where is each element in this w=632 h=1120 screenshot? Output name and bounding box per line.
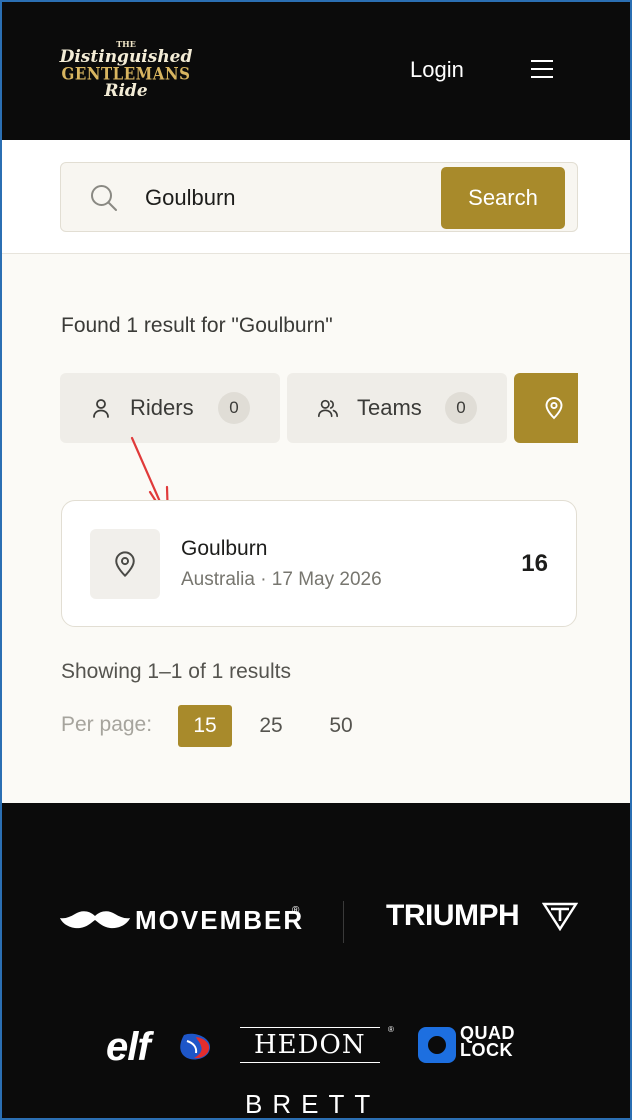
search-input[interactable] bbox=[145, 183, 425, 213]
elf-logo[interactable]: elf bbox=[106, 1025, 151, 1070]
map-pin-icon bbox=[115, 551, 135, 578]
result-count: 16 bbox=[521, 550, 548, 577]
tab-locations[interactable] bbox=[514, 373, 578, 443]
tab-teams-count: 0 bbox=[445, 392, 477, 424]
result-subtitle: Australia · 17 May 2026 bbox=[181, 569, 382, 590]
site-header: THE Distinguished GENTLEMANS Ride Login bbox=[0, 0, 632, 140]
per-page-option-15[interactable]: 15 bbox=[178, 705, 232, 747]
quad-lock-logo[interactable]: QUAD LOCK bbox=[460, 1024, 515, 1060]
search-icon bbox=[91, 185, 117, 211]
search-bar: Search bbox=[60, 162, 578, 232]
search-section: Search bbox=[0, 140, 632, 254]
hamburger-icon[interactable] bbox=[531, 60, 553, 80]
hedon-registered: ® bbox=[388, 1025, 394, 1034]
brett-logo[interactable]: BRETT bbox=[245, 1089, 380, 1120]
logo-gentlemans: GENTLEMANS bbox=[61, 64, 191, 84]
results-summary: Found 1 result for "Goulburn" bbox=[61, 314, 333, 337]
quad-lock-line2: LOCK bbox=[460, 1040, 513, 1060]
users-icon bbox=[318, 399, 338, 418]
map-pin-icon bbox=[545, 397, 563, 420]
tab-riders-count: 0 bbox=[218, 392, 250, 424]
hedon-logo[interactable]: HEDON bbox=[240, 1027, 380, 1063]
movember-text: MOVEMBER bbox=[135, 905, 305, 935]
site-footer: MOVEMBER ® TRIUMPH elf HEDON ® QUAD LOCK… bbox=[0, 803, 632, 1120]
per-page-option-50[interactable]: 50 bbox=[318, 705, 364, 747]
footer-divider bbox=[343, 901, 344, 943]
per-page-option-25[interactable]: 25 bbox=[248, 705, 294, 747]
tab-riders-label: Riders bbox=[130, 395, 194, 420]
movember-logo[interactable]: MOVEMBER ® bbox=[60, 899, 310, 943]
elf-drop-icon bbox=[180, 1033, 210, 1060]
movember-registered: ® bbox=[292, 905, 300, 916]
triumph-logo[interactable]: TRIUMPH bbox=[386, 899, 520, 933]
logo-ride: Ride bbox=[104, 81, 148, 101]
user-icon bbox=[93, 399, 109, 418]
tab-teams[interactable]: Teams 0 bbox=[287, 373, 507, 443]
showing-text: Showing 1–1 of 1 results bbox=[61, 660, 291, 683]
moustache-icon bbox=[60, 911, 130, 929]
per-page-label: Per page: bbox=[61, 713, 153, 736]
triumph-shield-icon bbox=[542, 902, 578, 931]
quad-lock-icon bbox=[418, 1027, 456, 1063]
result-card[interactable]: Goulburn Australia · 17 May 2026 16 bbox=[61, 500, 577, 627]
site-logo[interactable]: THE Distinguished GENTLEMANS Ride bbox=[58, 40, 194, 102]
result-title: Goulburn bbox=[181, 537, 268, 560]
result-icon-box bbox=[90, 529, 160, 599]
login-link[interactable]: Login bbox=[410, 56, 464, 84]
tab-teams-label: Teams bbox=[357, 395, 422, 420]
search-button[interactable]: Search bbox=[441, 167, 565, 229]
